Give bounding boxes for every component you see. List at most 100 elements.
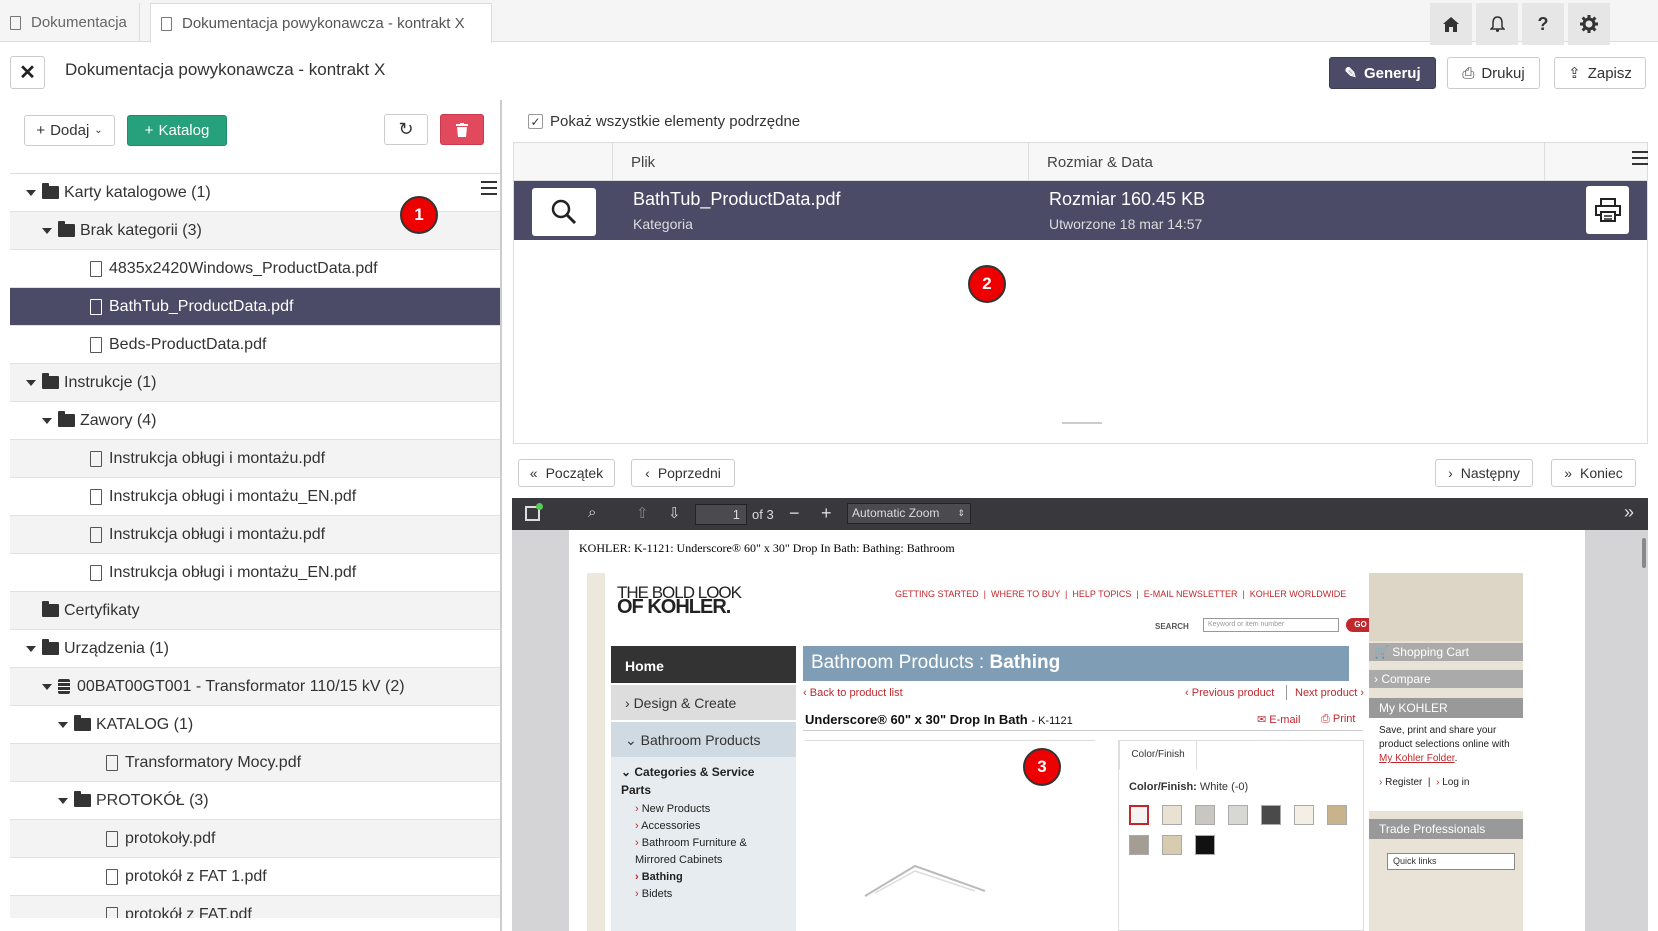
print-link[interactable]: ⎙ Print xyxy=(1321,713,1355,726)
print-button[interactable]: ⎙ Drukuj xyxy=(1447,57,1540,89)
kohler-search-input[interactable]: Keyword or item number xyxy=(1203,618,1339,632)
tree-node[interactable]: Transformatory Mocy.pdf xyxy=(10,744,500,782)
tree-node[interactable]: protokół z FAT.pdf xyxy=(10,896,500,918)
color-swatch[interactable] xyxy=(1129,805,1149,825)
color-tab[interactable]: Color/Finish xyxy=(1119,740,1197,770)
caret-down-icon[interactable] xyxy=(58,797,68,804)
quick-links-select[interactable]: Quick links xyxy=(1387,853,1515,870)
nav-bathroom[interactable]: ⌄ Bathroom Products xyxy=(611,722,796,757)
arrow-down-icon[interactable]: ⇩ xyxy=(668,504,681,522)
show-all-checkbox[interactable]: ✓ xyxy=(528,114,543,129)
cat-item[interactable]: › New Products xyxy=(635,801,786,818)
tree-node[interactable]: Instrukcje (1) xyxy=(10,364,500,402)
tree-node[interactable]: KATALOG (1) xyxy=(10,706,500,744)
caret-down-icon[interactable] xyxy=(26,379,36,386)
caret-down-icon[interactable] xyxy=(42,227,52,234)
email-link[interactable]: ✉ E-mail xyxy=(1257,713,1300,726)
cat-item[interactable]: › Bathing xyxy=(635,869,786,886)
resize-handle[interactable] xyxy=(1062,422,1102,424)
column-size-date[interactable]: Rozmiar & Data xyxy=(1028,143,1544,181)
arrow-up-icon[interactable]: ⇧ xyxy=(636,504,649,522)
panel-splitter[interactable] xyxy=(500,100,502,931)
add-dropdown-button[interactable]: + Dodaj ⌄ xyxy=(24,115,115,146)
zoom-select[interactable]: Automatic Zoom ⇕ xyxy=(847,503,971,524)
caret-down-icon[interactable] xyxy=(26,645,36,652)
tools-chevron-icon[interactable]: » xyxy=(1624,502,1634,523)
pdf-scrollbar[interactable] xyxy=(1642,538,1646,568)
last-button[interactable]: » Koniec xyxy=(1551,459,1636,487)
tree-node[interactable]: 4835x2420Windows_ProductData.pdf xyxy=(10,250,500,288)
caret-down-icon[interactable] xyxy=(42,683,52,690)
tree-node[interactable]: Instrukcja obługi i montażu_EN.pdf xyxy=(10,554,500,592)
tree-node[interactable]: PROTOKÓŁ (3) xyxy=(10,782,500,820)
add-catalog-button[interactable]: + Katalog xyxy=(127,115,227,146)
tree-node[interactable]: Instrukcja obługi i montażu_EN.pdf xyxy=(10,478,500,516)
link-worldwide[interactable]: KOHLER WORLDWIDE xyxy=(1250,589,1347,599)
row-print-button[interactable] xyxy=(1586,186,1629,234)
tab-dokumentacja[interactable]: Dokumentacja xyxy=(0,3,140,42)
first-button[interactable]: « Początek xyxy=(518,459,615,487)
link-help-topics[interactable]: HELP TOPICS xyxy=(1072,589,1131,599)
caret-down-icon[interactable] xyxy=(26,189,36,196)
table-row[interactable]: BathTub_ProductData.pdf Kategoria Rozmia… xyxy=(514,181,1647,240)
save-button[interactable]: ⇪ Zapisz xyxy=(1554,57,1646,89)
color-swatch[interactable] xyxy=(1261,805,1281,825)
color-swatch[interactable] xyxy=(1162,835,1182,855)
tree-node[interactable]: Instrukcja obługi i montażu.pdf xyxy=(10,516,500,554)
gear-icon[interactable] xyxy=(1568,3,1610,45)
color-swatch[interactable] xyxy=(1195,805,1215,825)
zoom-in-icon[interactable]: + xyxy=(821,503,832,524)
caret-down-icon[interactable] xyxy=(42,417,52,424)
delete-button[interactable] xyxy=(440,114,484,145)
refresh-button[interactable]: ↻ xyxy=(384,114,428,145)
color-swatch[interactable] xyxy=(1195,835,1215,855)
next-product-link[interactable]: Next product › xyxy=(1295,687,1364,699)
cat-item[interactable]: › Bathroom Furniture & Mirrored Cabinets xyxy=(635,835,786,869)
color-swatch[interactable] xyxy=(1129,835,1149,855)
tree-node[interactable]: Beds-ProductData.pdf xyxy=(10,326,500,364)
generate-button[interactable]: ✎ Generuj xyxy=(1329,57,1436,89)
tree-node[interactable]: 00BAT00GT001 - Transformator 110/15 kV (… xyxy=(10,668,500,706)
back-link[interactable]: ‹ Back to product list xyxy=(803,687,903,699)
preview-button[interactable] xyxy=(532,188,596,236)
color-swatch[interactable] xyxy=(1162,805,1182,825)
tree-node[interactable]: BathTub_ProductData.pdf xyxy=(10,288,500,326)
nav-design[interactable]: › Design & Create xyxy=(611,685,796,720)
tab-dokumentacja-powykonawcza[interactable]: Dokumentacja powykonawcza - kontrakt X xyxy=(150,3,492,43)
color-swatch[interactable] xyxy=(1327,805,1347,825)
pdf-viewer[interactable]: KOHLER: K-1121: Underscore® 60" x 30" Dr… xyxy=(512,530,1648,931)
help-icon[interactable]: ? xyxy=(1522,3,1564,45)
tree-node[interactable]: Zawory (4) xyxy=(10,402,500,440)
link-getting-started[interactable]: GETTING STARTED xyxy=(895,589,979,599)
prev-product-link[interactable]: ‹ Previous product xyxy=(1185,687,1274,699)
nav-home[interactable]: Home xyxy=(611,646,796,683)
caret-down-icon[interactable] xyxy=(58,721,68,728)
column-file[interactable]: Plik xyxy=(612,143,1028,181)
find-icon[interactable]: ⌕ xyxy=(588,504,596,521)
tree-node[interactable]: protokoły.pdf xyxy=(10,820,500,858)
grid-menu-icon[interactable] xyxy=(1632,151,1648,165)
tree-node[interactable]: protokół z FAT 1.pdf xyxy=(10,858,500,896)
page-number-input[interactable]: 1 xyxy=(695,504,747,525)
register-link[interactable]: Register xyxy=(1385,777,1422,788)
link-where-to-buy[interactable]: WHERE TO BUY xyxy=(991,589,1060,599)
next-button[interactable]: › Następny xyxy=(1435,459,1533,487)
tree-menu-icon[interactable] xyxy=(481,181,497,195)
bell-icon[interactable] xyxy=(1476,3,1518,45)
tree-node[interactable]: Certyfikaty xyxy=(10,592,500,630)
login-link[interactable]: Log in xyxy=(1442,777,1469,788)
color-swatch[interactable] xyxy=(1228,805,1248,825)
tree-node[interactable]: Instrukcja obługi i montażu.pdf xyxy=(10,440,500,478)
home-icon[interactable] xyxy=(1430,3,1472,45)
color-swatch[interactable] xyxy=(1294,805,1314,825)
link-newsletter[interactable]: E-MAIL NEWSLETTER xyxy=(1144,589,1238,599)
previous-button[interactable]: ‹ Poprzedni xyxy=(631,459,735,487)
compare-link[interactable]: › Compare xyxy=(1369,670,1523,688)
shopping-cart-link[interactable]: 🛒 Shopping Cart xyxy=(1369,643,1523,661)
my-kohler-folder-link[interactable]: My Kohler Folder xyxy=(1379,753,1455,764)
zoom-out-icon[interactable]: − xyxy=(789,503,800,524)
cat-item[interactable]: › Accessories xyxy=(635,818,786,835)
close-button[interactable]: ✕ xyxy=(10,56,45,89)
tree-node[interactable]: Urządzenia (1) xyxy=(10,630,500,668)
cat-item[interactable]: › Bidets xyxy=(635,886,786,903)
